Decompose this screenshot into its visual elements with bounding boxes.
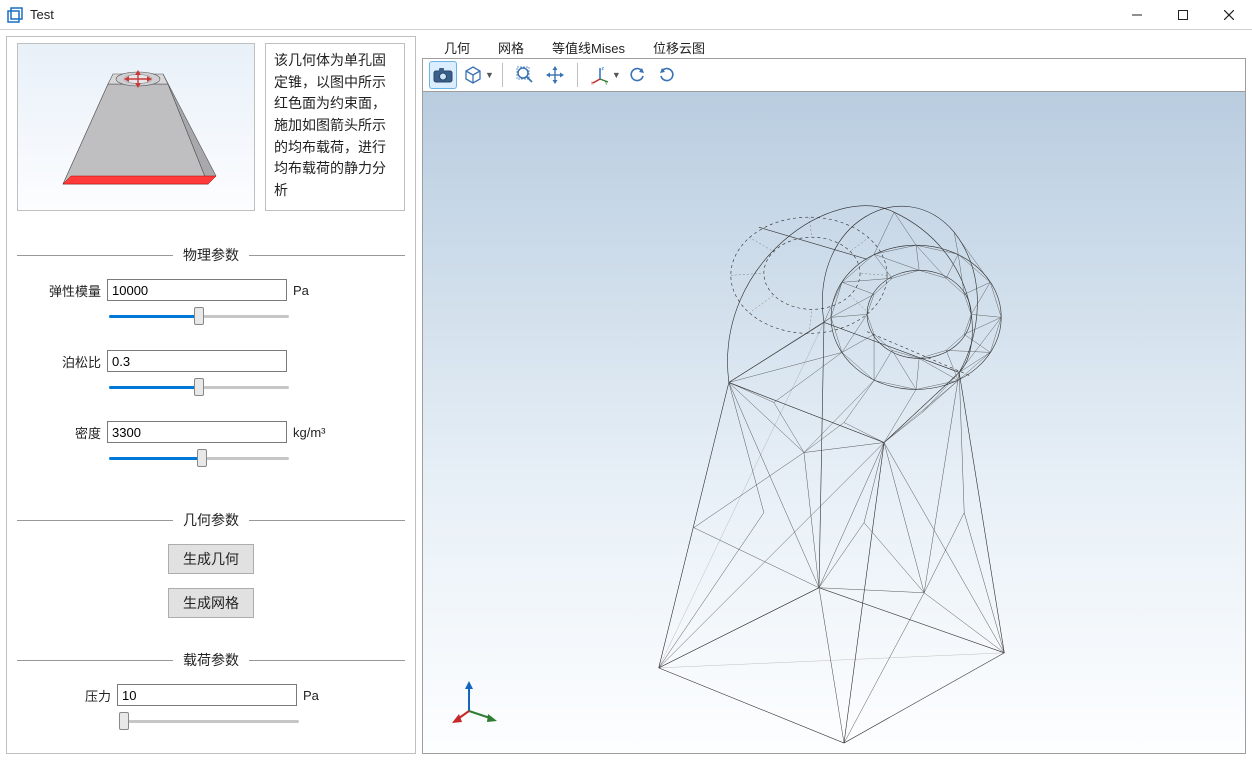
- density-unit: kg/m³: [293, 425, 326, 440]
- poisson-slider[interactable]: [109, 378, 289, 396]
- close-button[interactable]: [1206, 0, 1252, 30]
- generate-mesh-button[interactable]: 生成网格: [168, 588, 254, 618]
- axes-toggle-icon[interactable]: z y x: [586, 61, 614, 89]
- tab-bar: 几何 网格 等值线Mises 位移云图: [422, 36, 1246, 58]
- section-geometry: 几何参数: [17, 510, 405, 530]
- right-panel: 几何 网格 等值线Mises 位移云图 ▼ z: [422, 36, 1246, 754]
- window-title: Test: [30, 7, 54, 22]
- rotate-ccw-icon[interactable]: [623, 61, 651, 89]
- svg-text:z: z: [601, 66, 604, 72]
- left-panel: 该几何体为单孔固定锥，以图中所示红色面为约束面，施加如图箭头所示的均布载荷，进行…: [6, 36, 416, 754]
- pan-icon[interactable]: [541, 61, 569, 89]
- section-physics: 物理参数: [17, 245, 405, 265]
- axis-triad-icon: [451, 677, 499, 725]
- minimize-button[interactable]: [1114, 0, 1160, 30]
- density-label: 密度: [47, 423, 107, 442]
- youngs-input[interactable]: [107, 279, 287, 301]
- tab-displacement[interactable]: 位移云图: [639, 36, 719, 58]
- maximize-button[interactable]: [1160, 0, 1206, 30]
- youngs-slider[interactable]: [109, 307, 289, 325]
- description-text: 该几何体为单孔固定锥，以图中所示红色面为约束面，施加如图箭头所示的均布载荷，进行…: [265, 43, 405, 211]
- tab-geometry[interactable]: 几何: [430, 36, 484, 58]
- view-toolbar: ▼ z y x ▼: [422, 58, 1246, 92]
- 3d-viewport[interactable]: [422, 92, 1246, 754]
- pressure-label: 压力: [77, 686, 117, 705]
- tab-contour[interactable]: 等值线Mises: [538, 36, 639, 58]
- model-thumbnail: [17, 43, 255, 211]
- pressure-slider[interactable]: [119, 712, 299, 730]
- dropdown-chevron-icon[interactable]: ▼: [485, 70, 494, 80]
- camera-icon[interactable]: [429, 61, 457, 89]
- tab-mesh[interactable]: 网格: [484, 36, 538, 58]
- titlebar: Test: [0, 0, 1252, 30]
- poisson-label: 泊松比: [47, 352, 107, 371]
- youngs-unit: Pa: [293, 283, 309, 298]
- generate-geometry-button[interactable]: 生成几何: [168, 544, 254, 574]
- pressure-input[interactable]: [117, 684, 297, 706]
- dropdown-chevron-icon[interactable]: ▼: [612, 70, 621, 80]
- app-icon: [6, 6, 24, 24]
- youngs-label: 弹性模量: [47, 281, 107, 300]
- zoom-area-icon[interactable]: [511, 61, 539, 89]
- pressure-unit: Pa: [303, 688, 319, 703]
- density-slider[interactable]: [109, 449, 289, 467]
- section-load: 载荷参数: [17, 650, 405, 670]
- poisson-input[interactable]: [107, 350, 287, 372]
- density-input[interactable]: [107, 421, 287, 443]
- rotate-cw-icon[interactable]: [653, 61, 681, 89]
- cube-select-icon[interactable]: [459, 61, 487, 89]
